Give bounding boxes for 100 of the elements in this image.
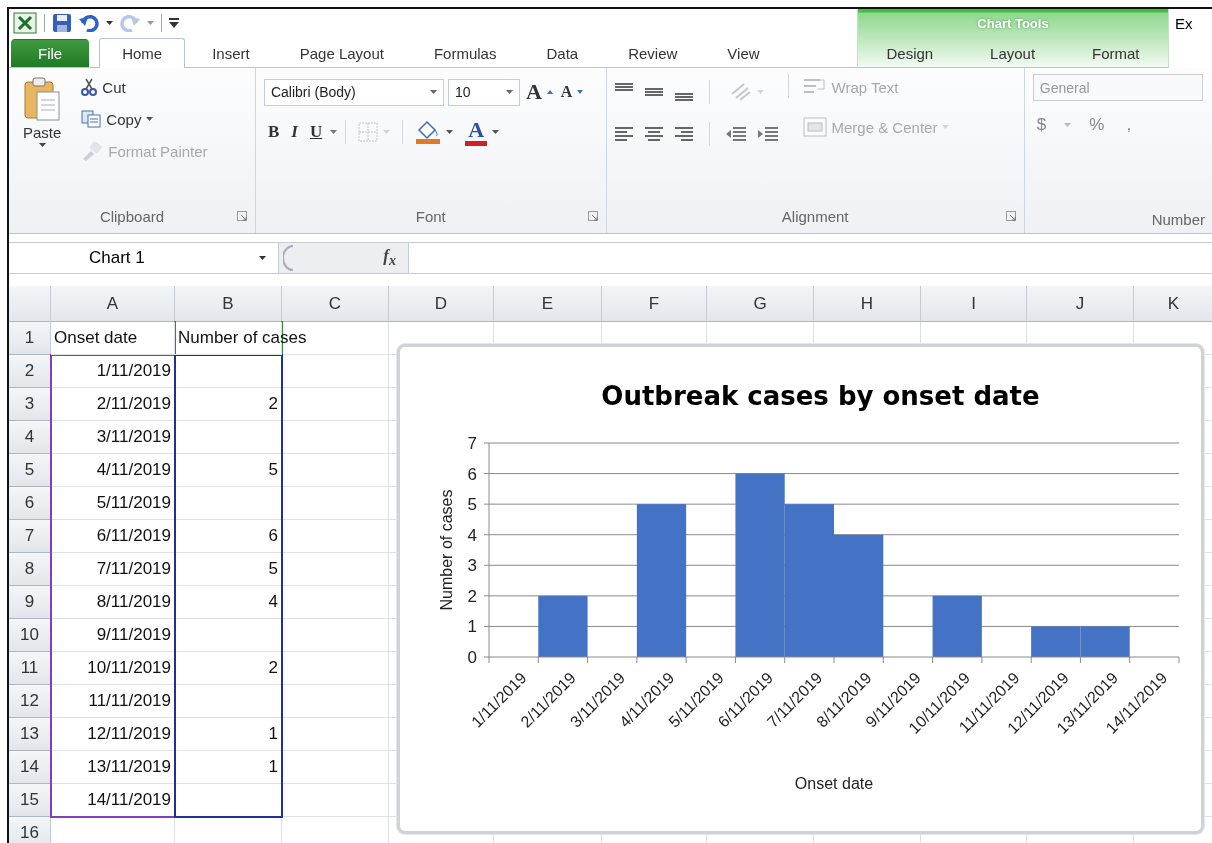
bar	[1031, 626, 1081, 657]
dialog-launcher-icon[interactable]	[1005, 211, 1016, 221]
caret-icon	[942, 125, 950, 129]
axis-tick-label: 1	[467, 617, 477, 637]
comma-button[interactable]: ,	[1122, 112, 1136, 138]
column-header[interactable]: H	[814, 286, 921, 322]
table-cell: 9/11/2019	[96, 625, 171, 645]
copy-button[interactable]: Copy	[77, 106, 212, 132]
column-header[interactable]: A	[51, 286, 175, 322]
caret-icon	[492, 130, 500, 134]
chart-area[interactable]	[397, 344, 1204, 834]
align-right-icon[interactable]	[674, 126, 693, 142]
axis-tick-label: 7	[467, 434, 477, 453]
table-cell: 5	[268, 460, 278, 480]
grow-font-button[interactable]: A	[523, 79, 555, 105]
ribbon-tab[interactable]: Home	[99, 38, 186, 68]
table-cell: 1	[268, 757, 278, 777]
ribbon-tab[interactable]: Format	[1081, 39, 1151, 67]
name-box-value: Chart 1	[89, 248, 145, 268]
paint-bucket-icon	[415, 120, 442, 144]
font-name-field[interactable]: Calibri (Body)	[263, 78, 444, 106]
decrease-indent-icon[interactable]	[725, 126, 746, 142]
cut-button[interactable]: Cut	[77, 74, 212, 100]
dialog-launcher-icon[interactable]	[587, 211, 598, 221]
axis-tick-label: 2	[467, 586, 477, 606]
customize-icon[interactable]	[169, 17, 179, 30]
row-header[interactable]: 6	[9, 487, 51, 520]
column-header[interactable]: C	[282, 286, 389, 322]
ribbon-tab[interactable]: View	[704, 39, 783, 67]
row-header[interactable]: 4	[9, 421, 51, 454]
column-header[interactable]: I	[921, 286, 1027, 322]
font-size-value: 10	[454, 84, 471, 100]
row-header[interactable]: 12	[9, 685, 51, 718]
column-header[interactable]: B	[175, 286, 282, 322]
merge-cells-icon	[802, 117, 827, 137]
paste-button[interactable]: Paste	[17, 74, 68, 199]
table-cell: 1/11/2019	[96, 361, 171, 381]
italic-button[interactable]: I	[287, 119, 302, 145]
shrink-font-button[interactable]: A	[558, 79, 586, 105]
align-center-icon[interactable]	[644, 126, 663, 142]
align-left-icon[interactable]	[614, 126, 633, 142]
row-header[interactable]: 8	[9, 553, 51, 586]
ribbon-tab[interactable]: Design	[875, 39, 945, 67]
row-header[interactable]: 2	[9, 355, 51, 388]
bar	[932, 595, 982, 657]
bar	[1080, 626, 1130, 657]
row-header[interactable]: 15	[9, 784, 51, 817]
axis-tick-label: 6	[467, 464, 477, 484]
table-cell: 10/11/2019	[87, 658, 171, 678]
column-header[interactable]: F	[602, 286, 707, 322]
table-cell: 7/11/2019	[96, 559, 171, 579]
font-color-button[interactable]: A	[461, 119, 504, 145]
ribbon-tab[interactable]: Data	[523, 39, 602, 67]
caret-icon	[577, 90, 584, 94]
row-header[interactable]: 14	[9, 751, 51, 784]
row-header[interactable]: 1	[9, 322, 51, 355]
borders-icon	[358, 122, 379, 142]
ribbon-tab[interactable]: Insert	[189, 39, 273, 67]
table-cell: 12/11/2019	[87, 724, 171, 744]
group-label: Number	[1151, 211, 1205, 228]
group-label: Font	[415, 207, 446, 225]
save-icon[interactable]	[52, 13, 72, 34]
ribbon-tab[interactable]: Review	[605, 39, 701, 67]
table-cell: 2/11/2019	[96, 394, 171, 414]
bold-button[interactable]: B	[263, 119, 284, 145]
ribbon-tab[interactable]: Page Layout	[276, 39, 407, 67]
group-label: Clipboard	[99, 207, 165, 225]
row-header[interactable]: 7	[9, 520, 51, 553]
row-header[interactable]: 3	[9, 388, 51, 421]
table-cell: Onset date	[54, 328, 138, 348]
table-cell: 4	[268, 592, 278, 612]
insert-function-button[interactable]: f$_{x}$	[383, 246, 396, 270]
row-header[interactable]: 13	[9, 718, 51, 751]
row-header[interactable]: 11	[9, 652, 51, 685]
font-size-field[interactable]: 10	[447, 78, 520, 106]
chart-title: Outbreak cases by onset date	[601, 381, 1040, 411]
row-header[interactable]: 5	[9, 454, 51, 487]
context-group-label: Chart Tools	[977, 15, 1049, 31]
column-header[interactable]: K	[1134, 286, 1212, 322]
table-cell: 6/11/2019	[96, 526, 171, 546]
spreadsheet-app-icon[interactable]	[13, 12, 37, 35]
caret-icon	[383, 130, 391, 134]
underline-button[interactable]: U	[305, 119, 327, 145]
increase-indent-icon[interactable]	[757, 126, 778, 142]
undo-icon[interactable]	[79, 14, 99, 33]
column-header[interactable]: J	[1027, 286, 1134, 322]
row-header[interactable]: 16	[9, 817, 51, 843]
column-header[interactable]: G	[707, 286, 814, 322]
row-header[interactable]: 9	[9, 586, 51, 619]
ribbon-tab[interactable]: File	[11, 39, 90, 67]
ribbon-tab[interactable]: Layout	[979, 39, 1047, 67]
ribbon-tab[interactable]: Formulas	[410, 39, 520, 67]
table-cell: 4/11/2019	[96, 460, 171, 480]
row-header[interactable]: 10	[9, 619, 51, 652]
table-cell: 8/11/2019	[96, 592, 171, 612]
table-cell: 14/11/2019	[87, 790, 171, 810]
dialog-launcher-icon[interactable]	[236, 211, 247, 221]
column-header[interactable]: E	[494, 286, 602, 322]
column-header[interactable]: D	[389, 286, 494, 322]
table-cell: 3/11/2019	[96, 427, 171, 447]
